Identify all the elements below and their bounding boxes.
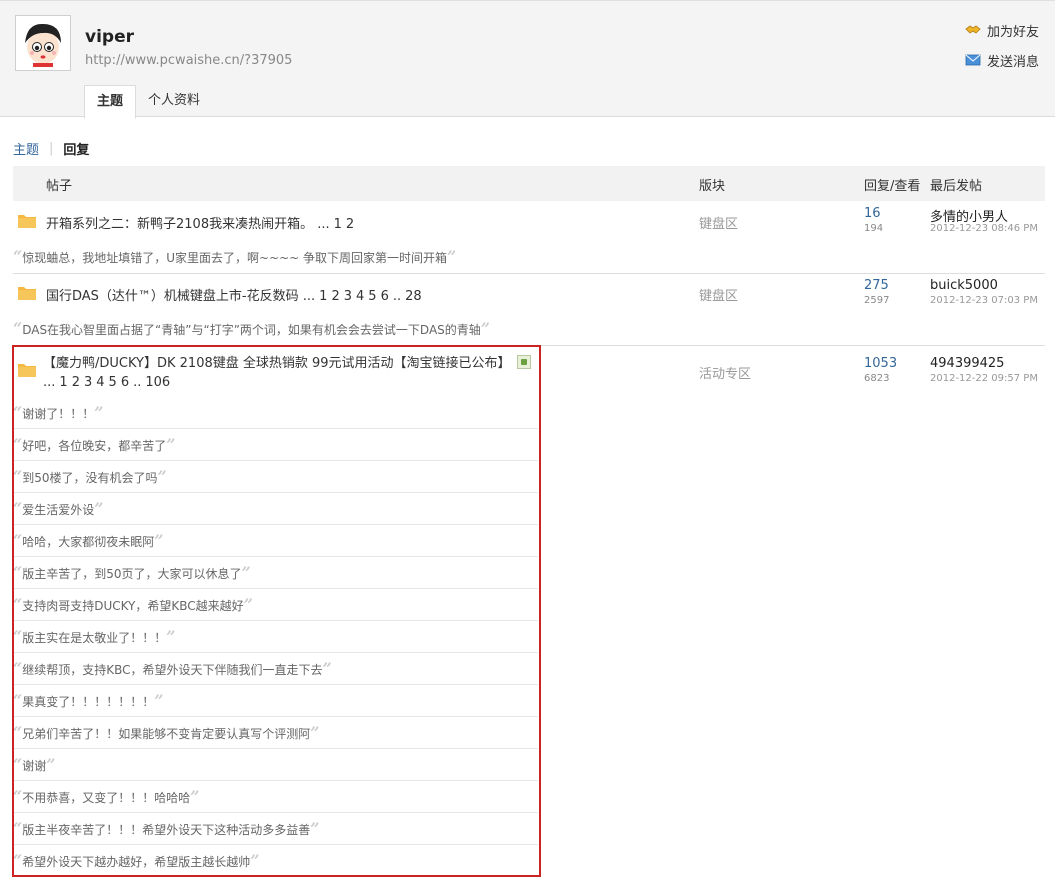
tab-topics[interactable]: 主题: [84, 85, 137, 119]
page-link[interactable]: 4: [356, 289, 364, 304]
close-quote-icon: ”: [480, 319, 490, 338]
last-post-user[interactable]: 494399425: [930, 356, 1004, 371]
pages-prefix: ...: [317, 217, 330, 232]
page-link[interactable]: 6: [381, 289, 389, 304]
view-count: 6823: [864, 373, 890, 384]
reply-quote[interactable]: “惊现蛐总，我地址填错了，U家里面去了，啊~~~~ 争取下周回家第一时间开箱”: [13, 242, 1045, 274]
profile-actions: 加为好友 发送消息: [965, 19, 1039, 79]
pages-ellipsis: ..: [392, 289, 402, 304]
thread-title: 国行DAS（达什™）机械键盘上市-花反数码: [46, 289, 299, 304]
header-reply-view: 回复/查看: [864, 179, 921, 194]
forum-link[interactable]: 键盘区: [699, 213, 738, 232]
open-quote-icon: “: [13, 319, 23, 338]
reply-quote[interactable]: “DAS在我心智里面占据了“青轴”与“打字”两个词，如果有机会会去尝试一下DAS…: [13, 314, 1045, 346]
envelope-icon: [965, 54, 981, 66]
thread-pages: ... 1 2 3 4 5 6.. 28: [303, 289, 422, 304]
thread-title-link[interactable]: 开箱系列之二：新鸭子2108我来凑热闹开箱。 ... 1 2: [46, 213, 354, 232]
table-row: 开箱系列之二：新鸭子2108我来凑热闹开箱。 ... 1 2 键盘区 16 194 …: [13, 202, 1045, 242]
header-post: 帖子: [46, 179, 73, 194]
table-row: 国行DAS（达什™）机械键盘上市-花反数码 ... 1 2 3 4 5 6.. 28 键盘区 …: [13, 274, 1045, 314]
avatar-image: [19, 19, 67, 67]
view-count: 194: [864, 223, 884, 234]
page-link[interactable]: 28: [405, 289, 422, 304]
folder-icon: [18, 287, 36, 300]
profile-tabs: 主题 个人资料: [84, 85, 212, 119]
open-quote-icon: “: [13, 247, 23, 266]
forum-link[interactable]: 活动专区: [699, 363, 751, 382]
thread-title-link[interactable]: 国行DAS（达什™）机械键盘上市-花反数码 ... 1 2 3 4 5 6.. 28: [46, 285, 422, 304]
last-post-date: 2012-12-22 09:57 PM: [930, 373, 1038, 384]
last-post-date: 2012-12-23 07:03 PM: [930, 295, 1038, 306]
subnav-topics-link[interactable]: 主题: [13, 139, 39, 158]
thread-title: 开箱系列之二：新鸭子2108我来凑热闹开箱。: [46, 217, 314, 232]
send-message-label: 发送消息: [986, 54, 1039, 70]
subnav-replies-link[interactable]: 回复: [63, 139, 89, 158]
last-post-date: 2012-12-23 08:46 PM: [930, 223, 1038, 234]
reply-count[interactable]: 275: [864, 278, 889, 293]
forum-link[interactable]: 键盘区: [699, 285, 738, 304]
page-link[interactable]: 3: [344, 289, 352, 304]
quote-text: 惊现蛐总，我地址填错了，U家里面去了，啊~~~~ 争取下周回家第一时间开箱: [22, 251, 448, 265]
user-url[interactable]: http://www.pcwaishe.cn/?37905: [85, 53, 292, 68]
last-post-user[interactable]: buick5000: [930, 278, 998, 293]
close-quote-icon: ”: [447, 247, 457, 266]
send-message-button[interactable]: 发送消息: [965, 49, 1039, 71]
tab-profile[interactable]: 个人资料: [136, 85, 212, 118]
add-friend-label: 加为好友: [986, 24, 1039, 40]
subnav: 主题 | 回复: [13, 139, 89, 158]
view-count: 2597: [864, 295, 890, 306]
table-header: 帖子 版块 回复/查看 最后发帖: [13, 166, 1045, 201]
reply-count[interactable]: 1053: [864, 356, 897, 371]
folder-icon: [18, 215, 36, 228]
page-link[interactable]: 1: [319, 289, 327, 304]
pages-prefix: ...: [302, 289, 316, 304]
quote-text: DAS在我心智里面占据了“青轴”与“打字”两个词，如果有机会会去尝试一下DAS的…: [22, 323, 481, 337]
username: viper: [85, 27, 134, 47]
page-link[interactable]: 5: [368, 289, 376, 304]
avatar[interactable]: [15, 15, 71, 71]
header-last-post: 最后发帖: [930, 179, 983, 194]
header-forum: 版块: [699, 179, 726, 194]
page-link[interactable]: 1: [334, 217, 342, 232]
profile-header: viper http://www.pcwaishe.cn/?37905 加为好友…: [0, 0, 1055, 119]
page-link[interactable]: 2: [331, 289, 339, 304]
handshake-icon: [965, 25, 981, 34]
reply-count[interactable]: 16: [864, 206, 881, 221]
highlight-box: [12, 345, 541, 877]
add-friend-button[interactable]: 加为好友: [965, 19, 1039, 41]
subnav-separator: |: [49, 141, 54, 156]
thread-pages: ... 1 2: [317, 217, 354, 232]
page-link[interactable]: 2: [346, 217, 354, 232]
